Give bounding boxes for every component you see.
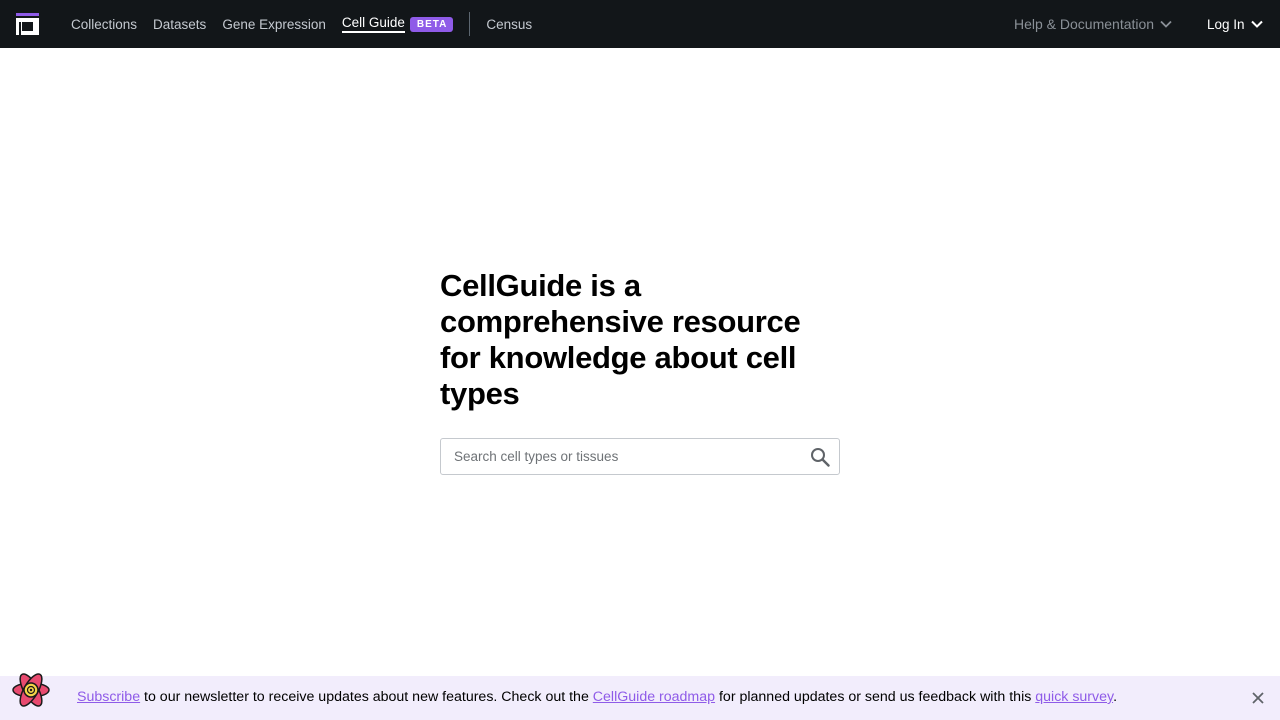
banner-text-part-1: to our newsletter to receive updates abo… — [140, 689, 593, 705]
help-documentation-menu[interactable]: Help & Documentation — [1014, 0, 1172, 48]
hero: CellGuide is a comprehensive resource fo… — [440, 268, 840, 412]
page-title: CellGuide is a comprehensive resource fo… — [440, 268, 801, 411]
subscribe-link[interactable]: Subscribe — [77, 689, 140, 705]
roadmap-link[interactable]: CellGuide roadmap — [593, 689, 715, 705]
banner-text: Subscribe to our newsletter to receive u… — [77, 689, 1117, 705]
chevron-down-icon — [1160, 20, 1172, 28]
nav-link-collections[interactable]: Collections — [71, 17, 137, 32]
search-input[interactable] — [441, 439, 801, 474]
help-documentation-label: Help & Documentation — [1014, 16, 1155, 32]
atom-icon — [12, 673, 50, 707]
nav-link-census[interactable]: Census — [486, 17, 532, 32]
chevron-down-icon — [1250, 20, 1263, 28]
beta-badge: BETA — [409, 16, 454, 32]
nav-link-gene-expression[interactable]: Gene Expression — [222, 17, 326, 32]
nav-links: Collections Datasets Gene Expression Cel… — [71, 0, 548, 48]
nav-link-datasets[interactable]: Datasets — [153, 17, 206, 32]
close-icon[interactable] — [1250, 690, 1266, 706]
nav-link-cell-guide[interactable]: Cell Guide — [341, 15, 405, 33]
survey-link[interactable]: quick survey — [1035, 689, 1113, 705]
czi-logo-icon[interactable] — [16, 13, 39, 35]
login-menu[interactable]: Log In — [1207, 0, 1263, 48]
banner-text-part-2: for planned updates or send us feedback … — [715, 689, 1036, 705]
banner-text-part-3: . — [1113, 689, 1118, 705]
login-label: Log In — [1207, 16, 1245, 32]
search-box — [440, 438, 840, 475]
nav-divider — [469, 12, 471, 36]
top-navigation: Collections Datasets Gene Expression Cel… — [0, 0, 1280, 48]
search-icon[interactable] — [810, 447, 830, 467]
